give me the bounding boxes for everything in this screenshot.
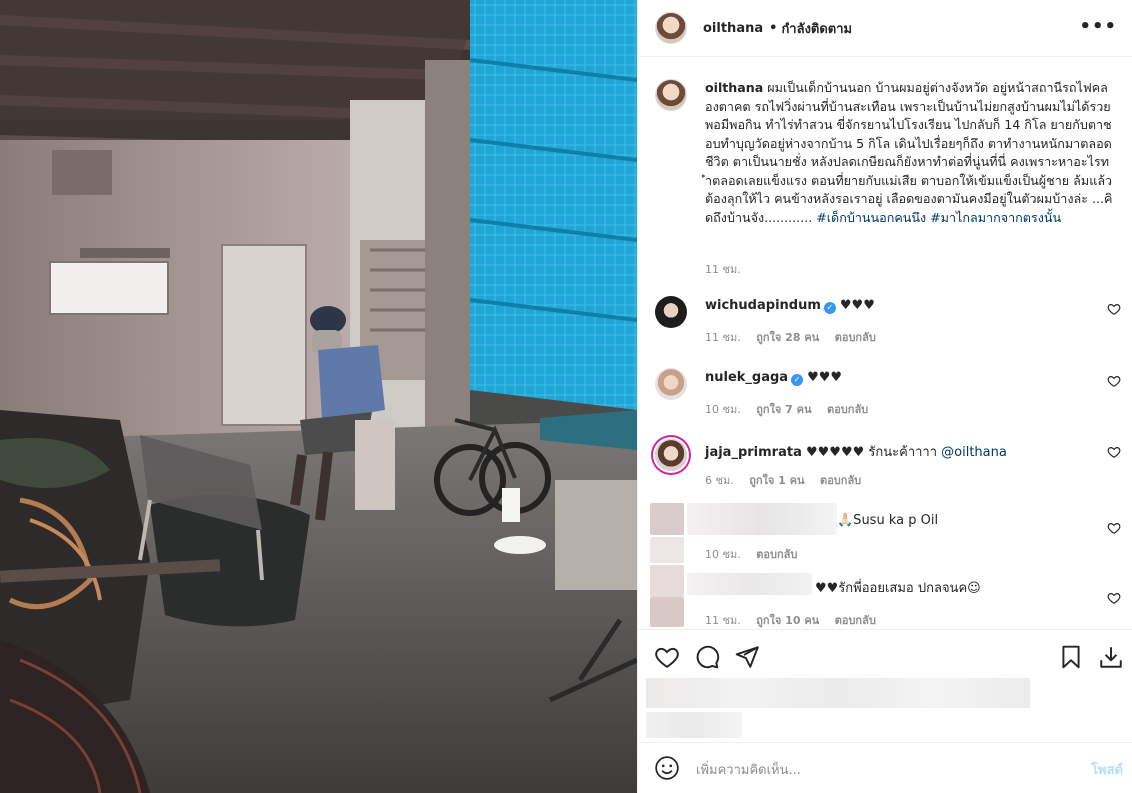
blurred-username xyxy=(687,503,837,535)
comment-line: wichudapindum ✓ ♥♥♥ xyxy=(705,298,1095,314)
comment-like-heart-icon[interactable] xyxy=(1107,374,1121,388)
comment-likes[interactable]: ถูกใจ 7 คน xyxy=(756,403,811,416)
verified-badge-icon: ✓ xyxy=(791,374,804,386)
blurred-avatar-fragment xyxy=(650,537,684,563)
instagram-post-modal: oilthana • กำลังติดตาม ••• oilthana ผมเป… xyxy=(0,0,1132,793)
comment-item: wichudapindum ✓ ♥♥♥ 11 ชม. ถูกใจ 28 คน ตอบ… xyxy=(655,296,1132,356)
comment-time[interactable]: 6 ชม. xyxy=(705,474,734,487)
comment-item: nulek_gaga ✓ ♥♥♥ 10 ชม. ถูกใจ 7 คน ตอบกลับ xyxy=(655,368,1132,428)
separator-dot: • xyxy=(769,20,778,36)
comment-line: jaja_primrata ♥♥♥♥♥ รักนะค้าาาา @oilthan… xyxy=(705,441,1095,462)
blurred-likes-summary xyxy=(646,678,1030,708)
comment-time[interactable]: 10 ชม. xyxy=(705,403,741,416)
download-icon[interactable] xyxy=(1098,644,1124,670)
photo-illustration xyxy=(0,0,637,793)
comment-item: 🙏🏻Susu ka p Oil 10 ชม. ตอบกลับ xyxy=(650,503,1132,563)
post-panel: oilthana • กำลังติดตาม ••• oilthana ผมเป… xyxy=(637,0,1132,793)
comment-like-heart-icon[interactable] xyxy=(1107,521,1121,535)
comment-meta: 10 ชม. ถูกใจ 7 คน ตอบกลับ xyxy=(705,400,880,418)
comment-username[interactable]: wichudapindum xyxy=(705,298,821,313)
reply-button[interactable]: ตอบกลับ xyxy=(756,548,797,561)
heart-icon[interactable] xyxy=(654,644,680,670)
comment-username[interactable]: nulek_gaga xyxy=(705,370,788,385)
reply-button[interactable]: ตอบกลับ xyxy=(827,403,868,416)
blurred-avatar xyxy=(650,565,684,597)
comment-item: ♥♥รักพี่ออยเสมอ ปกลจนค☺ 11 ชม. ถูกใจ 10 … xyxy=(650,565,1132,628)
avatar[interactable] xyxy=(655,12,687,44)
comment-likes[interactable]: ถูกใจ 28 คน xyxy=(756,331,819,344)
blurred-post-date xyxy=(646,712,742,738)
header-username[interactable]: oilthana xyxy=(703,21,763,36)
comment-avatar[interactable] xyxy=(655,368,687,400)
caption-hashtags[interactable]: #เด็กบ้านนอกคนนึง #มาไกลมากจากตรงนั้น xyxy=(816,210,1061,225)
comment-like-heart-icon[interactable] xyxy=(1107,445,1121,459)
caption-avatar[interactable] xyxy=(655,79,687,111)
comment-meta: 11 ชม. ถูกใจ 28 คน ตอบกลับ xyxy=(705,328,888,346)
comment-text: ♥♥♥ xyxy=(839,298,875,313)
post-photo[interactable] xyxy=(0,0,637,793)
blurred-username xyxy=(687,573,812,595)
comment-like-heart-icon[interactable] xyxy=(1107,302,1121,316)
comment-time[interactable]: 10 ชม. xyxy=(705,548,741,561)
comment-meta: 6 ชม. ถูกใจ 1 คน ตอบกลับ xyxy=(705,471,873,489)
caption-time[interactable]: 11 ชม. xyxy=(705,260,741,278)
send-icon[interactable] xyxy=(734,644,760,670)
comment-meta: 10 ชม. ตอบกลับ xyxy=(705,545,809,563)
bookmark-icon[interactable] xyxy=(1058,644,1084,670)
blurred-avatar-fragment xyxy=(650,597,684,627)
comment-line: ♥♥รักพี่ออยเสมอ ปกลจนค☺ xyxy=(815,577,1132,598)
comment-time[interactable]: 11 ชม. xyxy=(705,331,741,344)
reply-button[interactable]: ตอบกลับ xyxy=(835,614,876,627)
comment-icon[interactable] xyxy=(694,644,720,670)
comment-text: ♥♥♥♥♥ รักนะค้าาาา xyxy=(806,445,942,460)
comment-like-heart-icon[interactable] xyxy=(1107,591,1121,605)
comment-meta: 11 ชม. ถูกใจ 10 คน ตอบกลับ xyxy=(705,611,888,628)
comment-input[interactable]: เพิ่มความคิดเห็น... xyxy=(696,759,801,780)
post-button[interactable]: โพสต์ xyxy=(1091,759,1123,780)
comments-section[interactable]: oilthana ผมเป็นเด็กบ้านนอก บ้านผมอยู่ต่า… xyxy=(638,58,1132,628)
comment-likes[interactable]: ถูกใจ 1 คน xyxy=(749,474,804,487)
verified-badge-icon: ✓ xyxy=(823,302,836,314)
comment-text: ♥♥รักพี่ออยเสมอ ปกลจนค☺ xyxy=(815,581,981,596)
caption-body: ผมเป็นเด็กบ้านนอก บ้านผมอยู่ต่างจังหวัด … xyxy=(705,80,1113,225)
following-button[interactable]: กำลังติดตาม xyxy=(781,18,852,39)
comment-text: ♥♥♥ xyxy=(807,370,843,385)
smiley-icon[interactable] xyxy=(654,755,680,781)
more-horizontal-icon[interactable]: ••• xyxy=(1079,16,1117,37)
reply-button[interactable]: ตอบกลับ xyxy=(835,331,876,344)
comment-avatar[interactable] xyxy=(655,296,687,328)
caption-username[interactable]: oilthana xyxy=(705,80,763,95)
comment-time[interactable]: 11 ชม. xyxy=(705,614,741,627)
comment-likes[interactable]: ถูกใจ 10 คน xyxy=(756,614,819,627)
comment-mention[interactable]: @oilthana xyxy=(941,445,1007,460)
comment-text: 🙏🏻Susu ka p Oil xyxy=(837,513,939,528)
reply-button[interactable]: ตอบกลับ xyxy=(820,474,861,487)
blurred-avatar xyxy=(650,503,684,535)
comment-line: nulek_gaga ✓ ♥♥♥ xyxy=(705,370,1095,386)
comment-avatar-story[interactable] xyxy=(655,439,687,471)
comment-item: jaja_primrata ♥♥♥♥♥ รักนะค้าาาา @oilthan… xyxy=(655,439,1132,499)
comment-line: 🙏🏻Susu ka p Oil xyxy=(837,513,1132,528)
post-header: oilthana • กำลังติดตาม ••• xyxy=(638,0,1132,57)
caption-text: oilthana ผมเป็นเด็กบ้านนอก บ้านผมอยู่ต่า… xyxy=(705,79,1115,227)
comment-username[interactable]: jaja_primrata xyxy=(705,445,802,460)
add-comment-bar: เพิ่มความคิดเห็น... โพสต์ xyxy=(638,742,1132,793)
